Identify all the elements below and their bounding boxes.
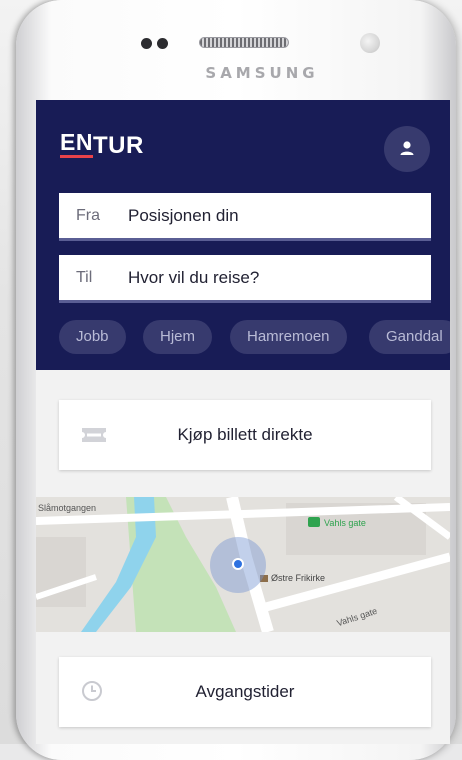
app-screen: ENTUR Fra Posisjonen din Til Hvor vil du… [36, 100, 450, 744]
map-view[interactable]: Slåmotgangen Vahls gate Østre Frikirke V… [36, 497, 450, 632]
sensor-dot [141, 38, 152, 49]
to-value: Hvor vil du reise? [128, 268, 260, 287]
chip-hjem[interactable]: Hjem [143, 320, 213, 354]
profile-button[interactable] [384, 126, 430, 172]
departures-card[interactable]: Avgangstider [59, 657, 431, 727]
to-label: Til [76, 269, 93, 286]
person-icon [400, 141, 414, 155]
from-value: Posisjonen din [128, 206, 239, 225]
departures-label: Avgangstider [195, 682, 295, 701]
chip-ganddal[interactable]: Ganddal [369, 320, 450, 354]
buy-ticket-label: Kjøp billett direkte [177, 425, 313, 444]
sensor-dot [157, 38, 168, 49]
bus-stop-label: Vahls gate [324, 518, 366, 528]
device-brand: SAMSUNG [205, 64, 319, 82]
chip-hamremoen[interactable]: Hamremoen [230, 320, 347, 354]
logo-en: EN [60, 129, 93, 155]
from-label: Fra [76, 207, 100, 224]
church-label: Østre Frikirke [271, 573, 325, 583]
buy-ticket-card[interactable]: Kjøp billett direkte [59, 400, 431, 470]
from-field[interactable]: Fra Posisjonen din [59, 193, 431, 241]
entur-logo: ENTUR [60, 129, 144, 160]
speaker-grille [199, 37, 289, 48]
app-header: ENTUR Fra Posisjonen din Til Hvor vil du… [36, 100, 450, 370]
logo-tur: TUR [92, 132, 144, 159]
to-field[interactable]: Til Hvor vil du reise? [59, 255, 431, 303]
street-label: Slåmotgangen [38, 503, 97, 513]
chip-jobb[interactable]: Jobb [59, 320, 126, 354]
bus-stop-icon [308, 517, 320, 527]
current-location-icon [232, 558, 244, 570]
front-camera [360, 33, 380, 53]
